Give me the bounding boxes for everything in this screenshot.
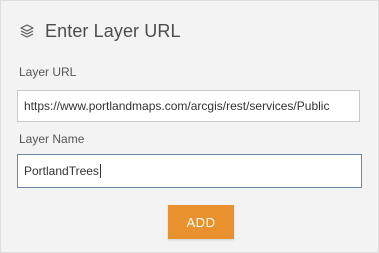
- text-caret: [99, 164, 101, 178]
- layer-name-value: PortlandTrees: [24, 164, 99, 178]
- layer-url-label: Layer URL: [19, 65, 77, 79]
- layer-url-input[interactable]: https://www.portlandmaps.com/arcgis/rest…: [17, 90, 360, 122]
- add-button[interactable]: ADD: [168, 205, 234, 239]
- layer-url-value: https://www.portlandmaps.com/arcgis/rest…: [24, 99, 330, 113]
- layer-name-input[interactable]: PortlandTrees: [17, 154, 362, 188]
- layer-name-label: Layer Name: [19, 132, 85, 146]
- enter-layer-url-panel: Enter Layer URL Layer URL https://www.po…: [0, 0, 379, 253]
- panel-header: Enter Layer URL: [18, 19, 181, 43]
- layers-icon: [18, 22, 36, 40]
- panel-title: Enter Layer URL: [45, 20, 181, 41]
